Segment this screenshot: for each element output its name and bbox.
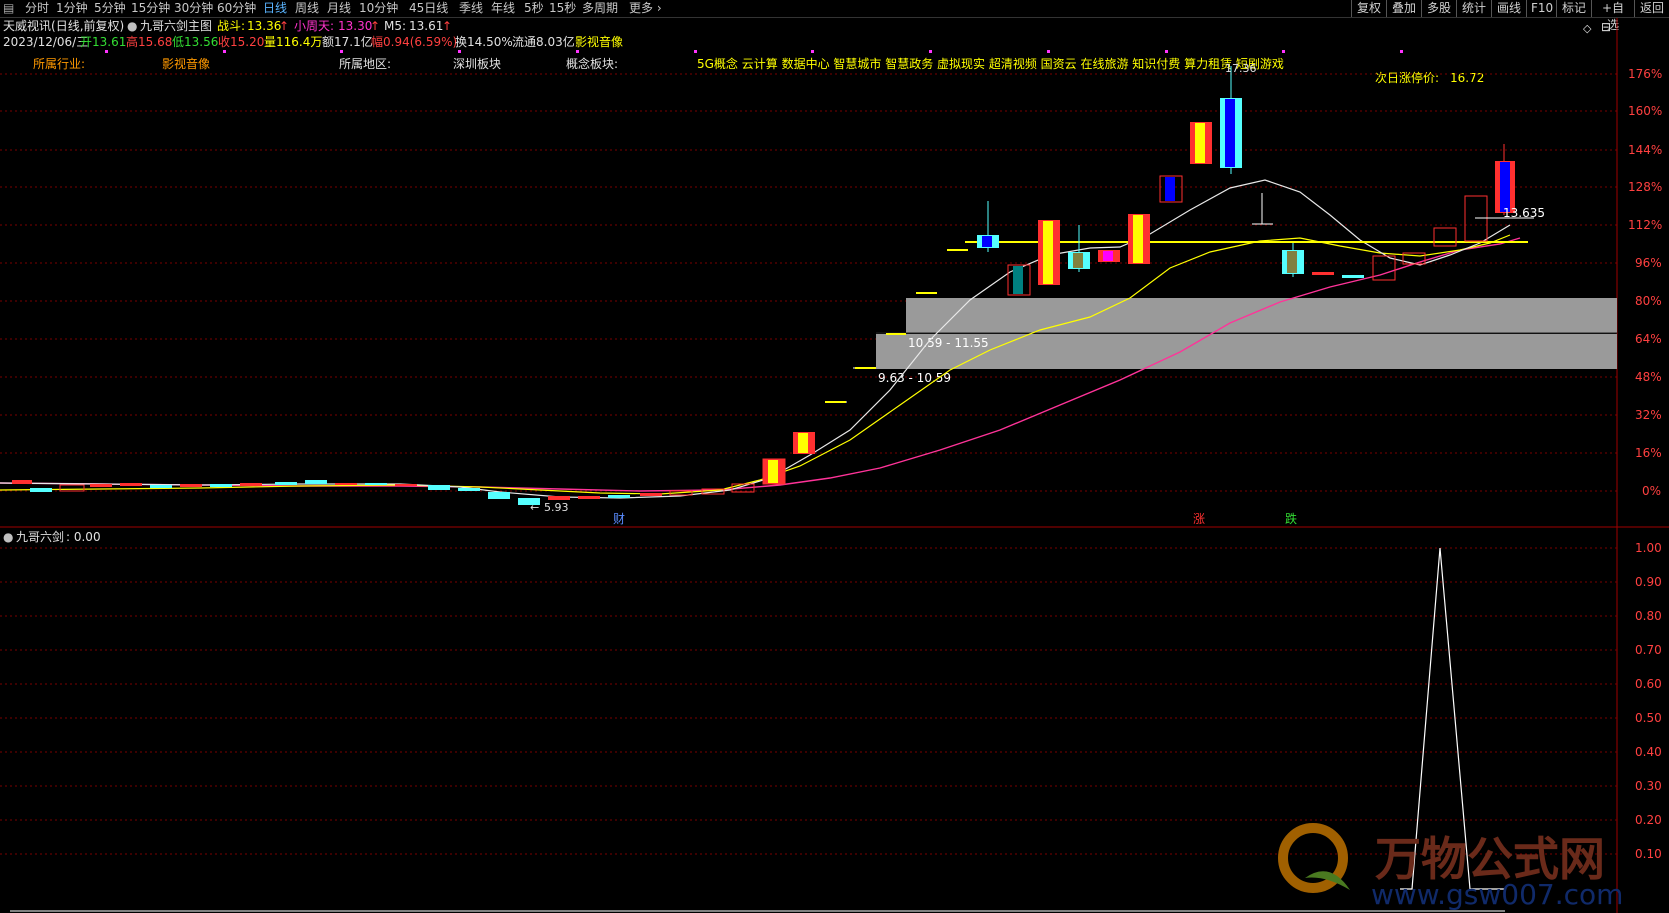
marker-dots — [105, 50, 1403, 53]
sub-y-tick: 0.30 — [1635, 779, 1662, 793]
y-tick: 128% — [1628, 180, 1662, 194]
sub-y-tick: 0.20 — [1635, 813, 1662, 827]
watermark-url: www.gsw007.com — [1371, 878, 1624, 911]
y-tick: 176% — [1628, 67, 1662, 81]
low-marker-arrow: ← — [530, 501, 539, 514]
box-label-lower: 9.63 - 10.59 — [878, 371, 951, 385]
y-tick: 160% — [1628, 104, 1662, 118]
high-marker: 17.36 — [1225, 62, 1257, 75]
sub-y-tick: 0.80 — [1635, 609, 1662, 623]
y-tick: 144% — [1628, 143, 1662, 157]
sub-y-tick: 0.50 — [1635, 711, 1662, 725]
sub-y-tick: 1.00 — [1635, 541, 1662, 555]
sub-y-axis: 1.00 0.90 0.80 0.70 0.60 0.50 0.40 0.30 … — [1635, 541, 1662, 861]
event-label-zhang[interactable]: 涨 — [1193, 511, 1205, 526]
sub-y-tick: 0.70 — [1635, 643, 1662, 657]
box-label-upper: 10.59 - 11.55 — [908, 336, 989, 350]
collapse-icon[interactable]: ⊟ — [1601, 20, 1611, 34]
y-tick: 48% — [1635, 370, 1662, 384]
sub-indicator-title: 九哥六剑 — [16, 530, 65, 544]
sub-indicator-value: : 0.00 — [66, 530, 101, 544]
diamond-icon[interactable]: ◇ — [1583, 22, 1591, 36]
chart-canvas: 176% 160% 144% 128% 112% 96% 80% 64% 48%… — [0, 18, 1669, 913]
y-tick: 96% — [1635, 256, 1662, 270]
low-marker: 5.93 — [544, 501, 569, 514]
y-tick: 80% — [1635, 294, 1662, 308]
support-box-upper — [906, 298, 1617, 333]
y-tick: 112% — [1628, 218, 1662, 232]
sub-y-tick: 0.10 — [1635, 847, 1662, 861]
y-tick: 32% — [1635, 408, 1662, 422]
sub-grid — [0, 547, 1617, 855]
y-tick: 64% — [1635, 332, 1662, 346]
watermark-q-icon — [1278, 823, 1350, 893]
sub-indicator-toggle-icon[interactable]: ● — [3, 530, 13, 544]
sub-y-tick: 0.60 — [1635, 677, 1662, 691]
candles-early — [12, 480, 755, 505]
price-marker: 13.635 — [1503, 206, 1545, 220]
y-tick: 16% — [1635, 446, 1662, 460]
y-tick: 0% — [1642, 484, 1661, 498]
sub-y-tick: 0.90 — [1635, 575, 1662, 589]
candles-rally — [762, 66, 1534, 485]
sub-y-tick: 0.40 — [1635, 745, 1662, 759]
event-label-die[interactable]: 跌 — [1285, 511, 1297, 526]
watermark-logo — [1275, 820, 1355, 900]
main-y-axis: 176% 160% 144% 128% 112% 96% 80% 64% 48%… — [1628, 67, 1662, 498]
event-label-cai[interactable]: 财 — [613, 512, 625, 526]
main-grid — [0, 73, 1617, 492]
